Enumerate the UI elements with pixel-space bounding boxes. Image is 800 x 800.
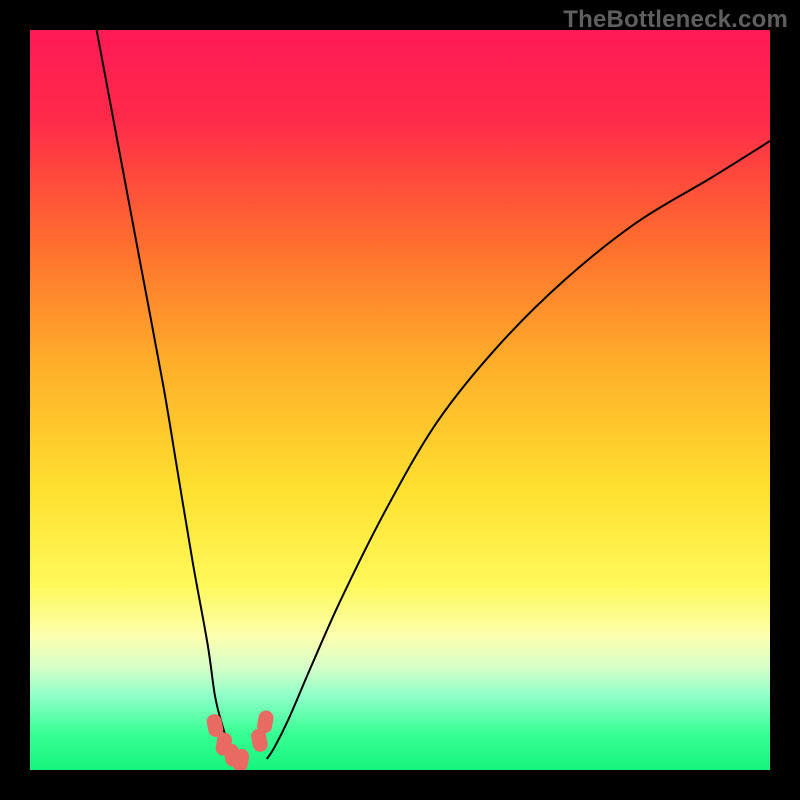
trough-marker (257, 710, 275, 734)
trough-markers-group (206, 710, 274, 770)
plot-area (30, 30, 770, 770)
bottleneck-curve-left (97, 30, 234, 759)
chart-frame: TheBottleneck.com (0, 0, 800, 800)
bottleneck-curve-right (267, 141, 770, 759)
curve-layer (30, 30, 770, 770)
